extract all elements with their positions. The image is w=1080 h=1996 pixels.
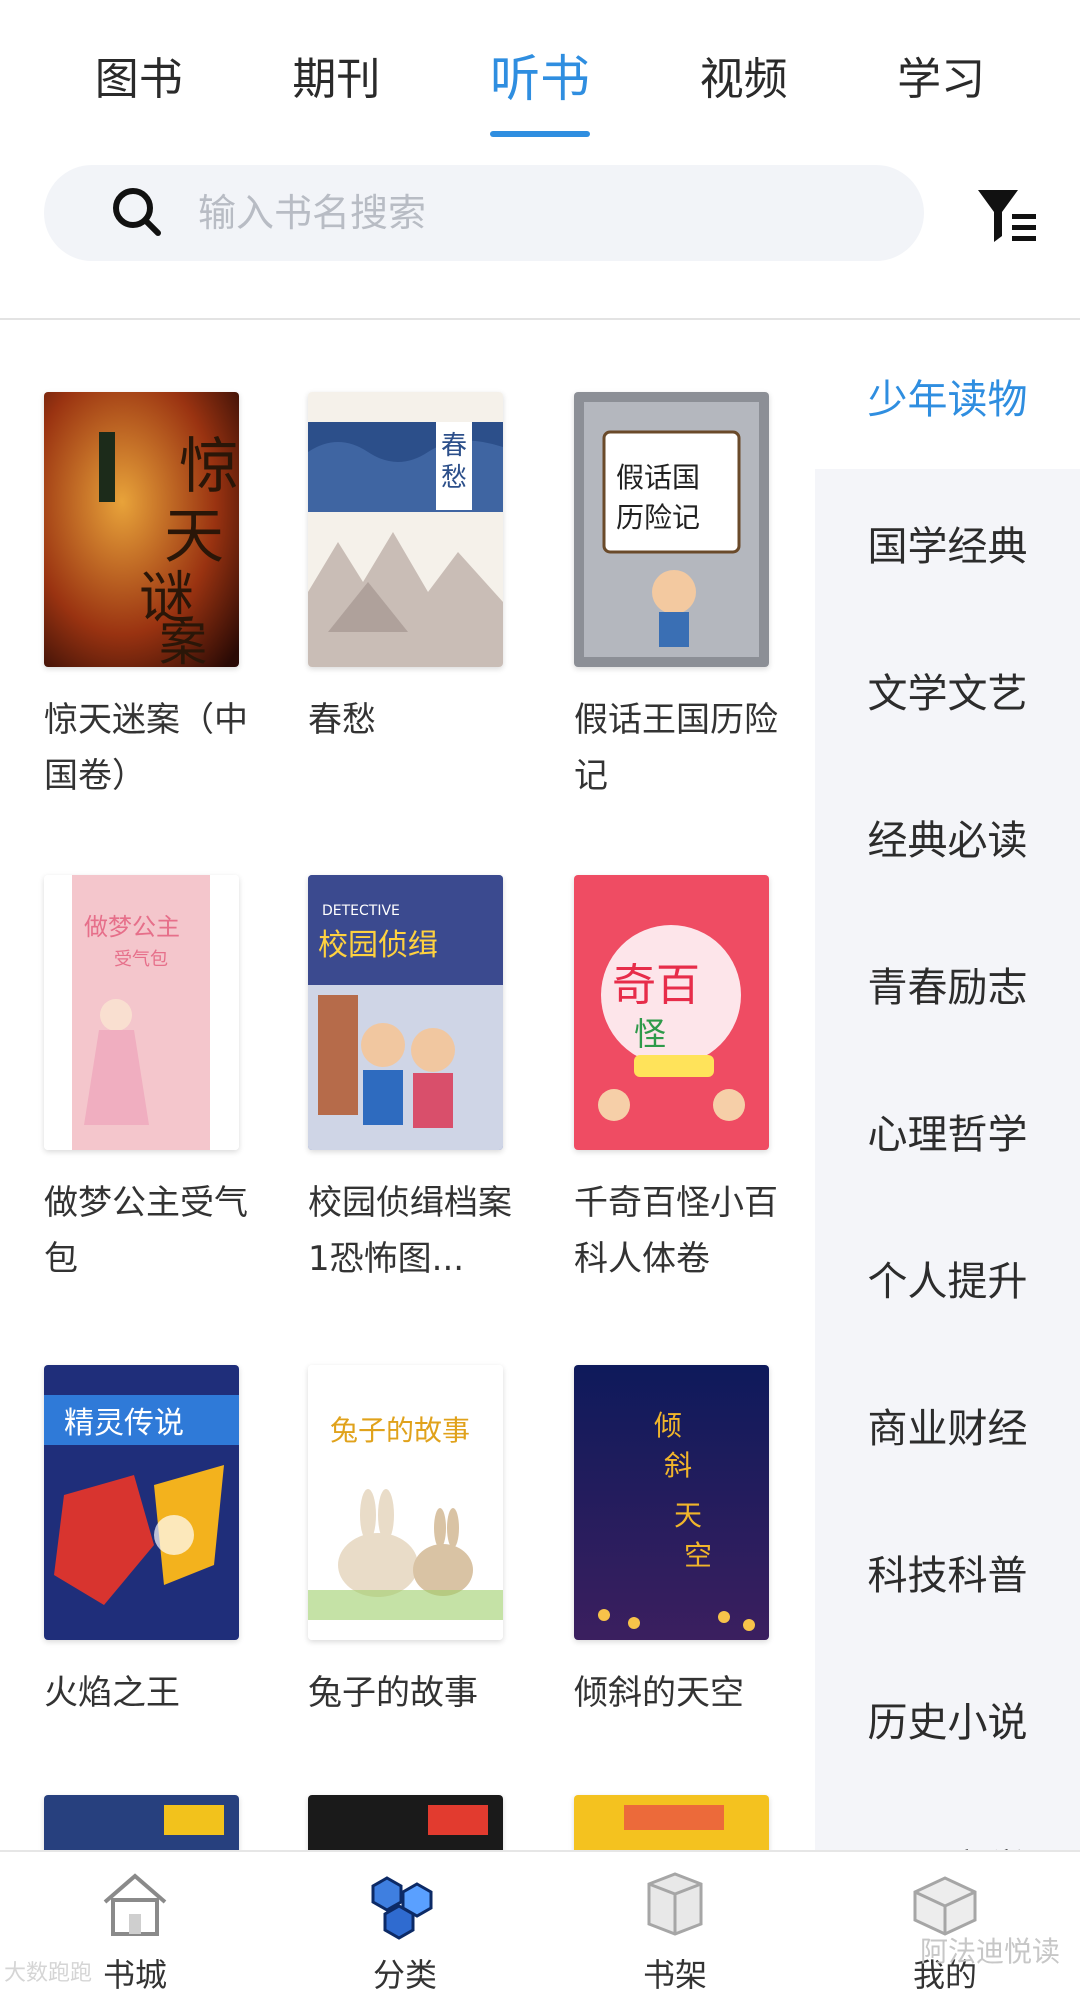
cover-title-char: 历险记 xyxy=(616,501,700,534)
bottom-navigation: 书城 分类 书架 我的 xyxy=(0,1850,1080,1996)
category-republic-literature[interactable]: 民国文学 xyxy=(815,1792,1080,1851)
tab-books[interactable]: 图书 xyxy=(95,33,183,117)
tab-audiobooks[interactable]: 听书 xyxy=(489,29,590,137)
category-business-finance[interactable]: 商业财经 xyxy=(815,1351,1080,1498)
book-cover[interactable]: 精灵传说 xyxy=(44,1365,239,1640)
category-historical-novel[interactable]: 历史小说 xyxy=(815,1645,1080,1792)
watermark-text: 阿法迪悦读 xyxy=(919,1935,1060,1968)
header-divider xyxy=(0,318,1080,320)
nav-label: 分类 xyxy=(372,1956,437,1994)
book-cover[interactable]: 惊 天 谜 案 xyxy=(44,392,239,667)
book-cover[interactable]: 做梦公主 受气包 xyxy=(44,875,239,1150)
cover-title-char: 兔子的故事 xyxy=(330,1414,470,1447)
cover-title-char: 校园侦缉 xyxy=(318,928,438,963)
search-bar[interactable] xyxy=(44,165,924,261)
cover-title-char: 愁 xyxy=(441,463,467,493)
category-psychology-philosophy[interactable]: 心理哲学 xyxy=(815,1057,1080,1204)
watermark-left-text: 大数跑跑 xyxy=(4,1961,93,1986)
cover-title-char: 做梦公主 xyxy=(84,913,180,941)
book-cover[interactable]: 奇百 怪 xyxy=(574,875,769,1150)
cover-title-char: 案 xyxy=(159,616,207,667)
cover-title-char: 春 xyxy=(441,431,467,461)
tab-videos[interactable]: 视频 xyxy=(700,33,788,117)
category-must-read[interactable]: 经典必读 xyxy=(815,763,1080,910)
search-icon xyxy=(108,183,168,243)
book-title[interactable]: 校园侦缉档案1恐怖图... xyxy=(308,1175,528,1287)
book-cover[interactable]: 倾 斜 天 空 xyxy=(574,1365,769,1640)
cover-title-char: 倾 xyxy=(654,1409,682,1442)
category-science-tech[interactable]: 科技科普 xyxy=(815,1498,1080,1645)
book-title[interactable]: 春愁 xyxy=(308,692,528,748)
category-cubes-icon xyxy=(365,1864,445,1944)
cover-title-char: 假话国 xyxy=(616,461,700,494)
book-title[interactable]: 倾斜的天空 xyxy=(574,1665,794,1721)
search-input[interactable] xyxy=(198,191,818,235)
category-literature-arts[interactable]: 文学文艺 xyxy=(815,616,1080,763)
cover-title-char: 天 xyxy=(164,502,224,572)
book-grid: 惊 天 谜 案 惊天迷案（中国卷） 春 愁 春愁 假话国 历险记 假话王国历险记… xyxy=(0,330,815,1850)
book-cover[interactable] xyxy=(308,1795,503,1850)
top-tab-bar: 图书 期刊 听书 视频 学习 xyxy=(0,0,1080,150)
tab-journals[interactable]: 期刊 xyxy=(292,33,380,117)
cover-title-char: 斜 xyxy=(664,1449,692,1482)
cover-title-char: 怪 xyxy=(634,1015,666,1053)
house-icon xyxy=(95,1864,175,1944)
nav-label: 书城 xyxy=(102,1956,167,1994)
book-cover[interactable] xyxy=(574,1795,769,1850)
book-cover[interactable]: DETECTIVE 校园侦缉 xyxy=(308,875,503,1150)
book-cover[interactable]: 春 愁 xyxy=(308,392,503,667)
nav-label: 书架 xyxy=(642,1956,707,1994)
cover-title-char: 天 xyxy=(674,1499,702,1532)
book-cover[interactable]: 兔子的故事 xyxy=(308,1365,503,1640)
nav-profile[interactable]: 我的 xyxy=(810,1852,1080,1996)
cover-title-char: 空 xyxy=(684,1539,712,1572)
search-row xyxy=(0,160,1080,270)
book-title[interactable]: 做梦公主受气包 xyxy=(44,1175,264,1287)
book-title[interactable]: 千奇百怪小百科人体卷 xyxy=(574,1175,794,1287)
cover-title-char: 惊 xyxy=(179,432,239,502)
book-cover[interactable]: 假话国 历险记 xyxy=(574,392,769,667)
book-title[interactable]: 火焰之王 xyxy=(44,1665,264,1721)
category-youth-inspiration[interactable]: 青春励志 xyxy=(815,910,1080,1057)
category-sidebar: 少年读物 国学经典 文学文艺 经典必读 青春励志 心理哲学 个人提升 商业财经 … xyxy=(815,322,1080,1850)
filter-icon[interactable] xyxy=(974,182,1040,248)
category-youth-reading[interactable]: 少年读物 xyxy=(815,322,1080,469)
nav-bookshelf[interactable]: 书架 xyxy=(540,1852,810,1996)
nav-category[interactable]: 分类 xyxy=(270,1852,540,1996)
bookshelf-icon xyxy=(635,1864,715,1944)
book-cover[interactable] xyxy=(44,1795,239,1850)
book-title[interactable]: 兔子的故事 xyxy=(308,1665,528,1721)
book-title[interactable]: 假话王国历险记 xyxy=(574,692,794,804)
book-title[interactable]: 惊天迷案（中国卷） xyxy=(44,692,264,804)
tab-learning[interactable]: 学习 xyxy=(897,33,985,117)
cover-title-char: 奇百 xyxy=(612,960,700,1011)
category-self-improvement[interactable]: 个人提升 xyxy=(815,1204,1080,1351)
cover-title-char: 精灵传说 xyxy=(64,1406,184,1441)
category-chinese-classics[interactable]: 国学经典 xyxy=(815,469,1080,616)
cover-subtitle: DETECTIVE xyxy=(322,903,400,919)
cover-title-char: 受气包 xyxy=(114,949,168,970)
